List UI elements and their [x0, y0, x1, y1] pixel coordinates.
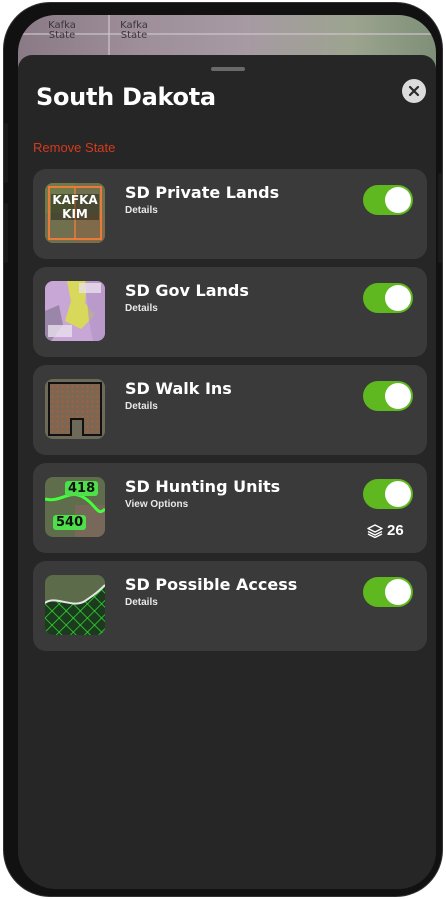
gov-lands-toggle[interactable]: [363, 283, 413, 313]
sheet-title: South Dakota: [36, 83, 216, 111]
volume-down-button: [4, 203, 8, 263]
thumb-label: KIM: [62, 207, 88, 221]
possible-access-toggle[interactable]: [363, 577, 413, 607]
remove-state-link[interactable]: Remove State: [33, 140, 115, 155]
layer-card-gov-lands[interactable]: SD Gov Lands Details: [33, 267, 427, 357]
hunting-units-thumbnail: 418 540: [45, 477, 105, 537]
power-button: [438, 173, 442, 263]
layer-card-walk-ins[interactable]: SD Walk Ins Details: [33, 365, 427, 455]
walk-ins-toggle[interactable]: [363, 381, 413, 411]
walk-ins-thumbnail: [45, 379, 105, 439]
layer-card-possible-access[interactable]: SD Possible Access Details: [33, 561, 427, 651]
thumb-label: KAFKA: [52, 193, 98, 207]
layers-icon: [367, 523, 383, 538]
phone-frame: Kafka State Kafka State South Dakota Rem…: [4, 3, 442, 896]
unit-count[interactable]: 26: [367, 522, 404, 539]
hunting-units-toggle[interactable]: [363, 479, 413, 509]
layer-card-hunting-units[interactable]: 418 540 SD Hunting Units View Options 26: [33, 463, 427, 553]
toggle-knob: [385, 187, 411, 213]
private-lands-toggle[interactable]: [363, 185, 413, 215]
toggle-knob: [385, 579, 411, 605]
toggle-knob: [385, 383, 411, 409]
map-label: Kafka State: [48, 20, 76, 41]
gov-lands-thumbnail: [45, 281, 105, 341]
details-link[interactable]: Details: [125, 597, 158, 608]
layer-name: SD Hunting Units: [125, 477, 281, 496]
drag-handle[interactable]: [211, 67, 245, 71]
layers-sheet: South Dakota Remove State KAFKA KIM SD P…: [18, 55, 436, 889]
layer-card-private-lands[interactable]: KAFKA KIM SD Private Lands Details: [33, 169, 427, 259]
close-button[interactable]: [402, 79, 426, 103]
count-value: 26: [387, 522, 404, 539]
toggle-knob: [385, 285, 411, 311]
close-icon: [408, 85, 420, 97]
screen: Kafka State Kafka State South Dakota Rem…: [18, 15, 436, 889]
unit-label: 540: [53, 515, 87, 530]
details-link[interactable]: Details: [125, 303, 158, 314]
layer-name: SD Possible Access: [125, 575, 298, 594]
private-lands-thumbnail: KAFKA KIM: [45, 183, 105, 243]
unit-label: 418: [65, 481, 99, 496]
toggle-knob: [385, 481, 411, 507]
details-link[interactable]: Details: [125, 205, 158, 216]
possible-access-thumbnail: [45, 575, 105, 635]
view-options-link[interactable]: View Options: [125, 499, 188, 510]
details-link[interactable]: Details: [125, 401, 158, 412]
volume-up-button: [4, 123, 8, 183]
layer-name: SD Gov Lands: [125, 281, 249, 300]
layer-name: SD Walk Ins: [125, 379, 232, 398]
layer-name: SD Private Lands: [125, 183, 280, 202]
map-label: Kafka State: [120, 20, 148, 41]
